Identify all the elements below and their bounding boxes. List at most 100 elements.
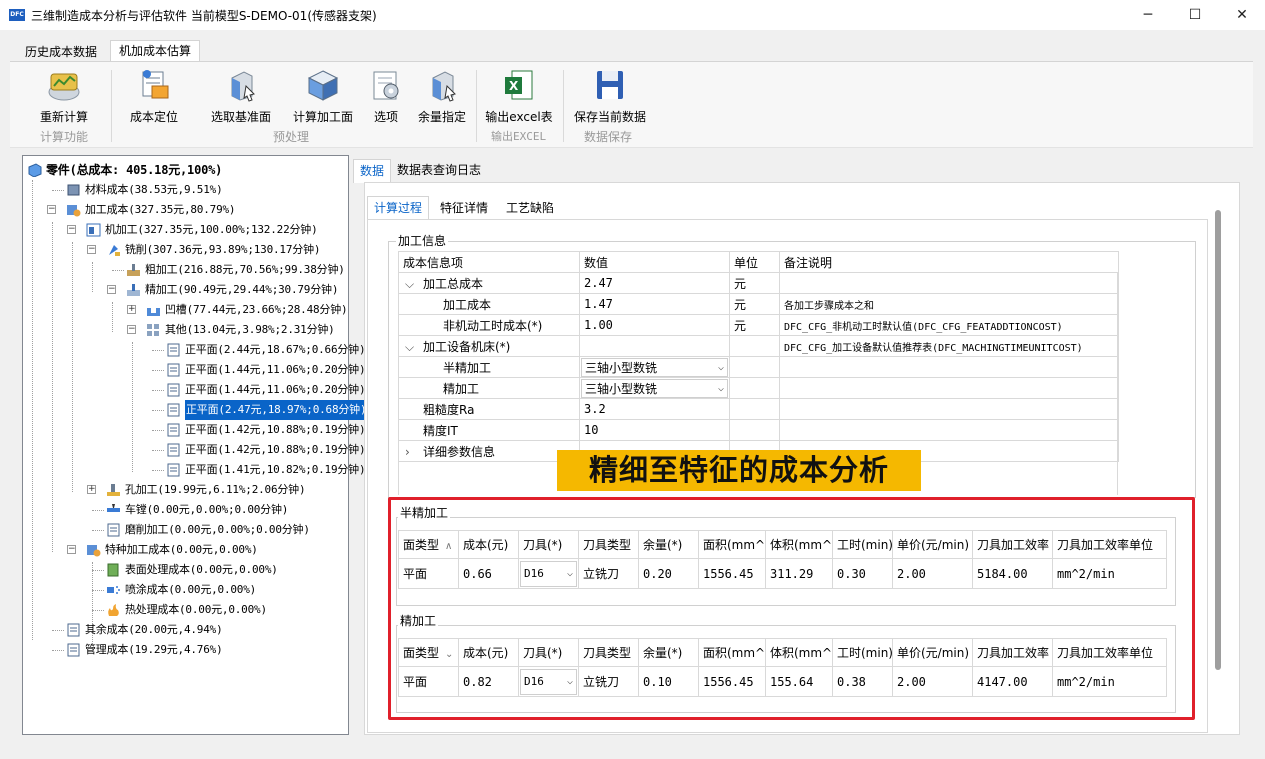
allowance-button[interactable]: 余量指定 [414, 68, 470, 125]
tree-expand-icon[interactable]: + [127, 305, 136, 314]
tree-item-label: 正平面(1.42元,10.88%;0.19分钟) [185, 443, 366, 456]
group-label-preprocess: 预处理 [273, 130, 310, 144]
tree-item-label: 凹槽(77.44元,23.66%;28.48分钟) [165, 303, 348, 316]
tree-item[interactable]: 正平面(1.44元,11.06%;0.20分钟) [166, 380, 366, 400]
tree-collapse-icon[interactable]: − [107, 285, 116, 294]
tree-connector [92, 590, 104, 591]
save-icon [593, 68, 627, 102]
tab-data[interactable]: 数据 [353, 159, 392, 183]
tree-collapse-icon[interactable]: − [67, 545, 76, 554]
tree-expand-icon[interactable]: + [87, 485, 96, 494]
tree-connector [92, 530, 104, 531]
document-icon [166, 383, 181, 397]
tree-collapse-icon[interactable]: − [87, 245, 96, 254]
tree-item[interactable]: 铣削(307.36元,93.89%;130.17分钟) [106, 240, 320, 260]
tree-connector [152, 410, 164, 411]
tree-item[interactable]: 正平面(1.42元,10.88%;0.19分钟) [166, 440, 366, 460]
tree-connector [112, 270, 124, 271]
tree-item[interactable]: 其余成本(20.00元,4.94%) [66, 620, 223, 640]
tab-query-log[interactable]: 数据表查询日志 [391, 159, 487, 183]
feature-cost-banner: 精细至特征的成本分析 [557, 450, 921, 491]
tree-item[interactable]: 正平面(1.42元,10.88%;0.19分钟) [166, 420, 366, 440]
cube-icon [306, 68, 340, 102]
document-icon [166, 423, 181, 437]
tree-item[interactable]: 机加工(327.35元,100.00%;132.22分钟) [86, 220, 318, 240]
tree-item[interactable]: 材料成本(38.53元,9.51%) [66, 180, 223, 200]
tree-item[interactable]: 正平面(1.44元,11.06%;0.20分钟) [166, 360, 366, 380]
tab-machining-estimate[interactable]: 机加成本估算 [110, 40, 201, 62]
tree-connector [72, 242, 73, 492]
process-cost-icon [66, 203, 81, 217]
tree-item[interactable]: 管理成本(19.29元,4.76%) [66, 640, 223, 660]
tree-item[interactable]: 磨削加工(0.00元,0.00%;0.00分钟) [106, 520, 310, 540]
cost-locate-button[interactable]: 成本定位 [126, 68, 182, 125]
tab-feature-details[interactable]: 特征详情 [434, 197, 494, 221]
table-header-row: 成本信息项 数值 单位 备注说明 [398, 251, 1119, 273]
minimize-button[interactable]: ─ [1125, 0, 1171, 30]
select-datum-label: 选取基准面 [210, 110, 271, 124]
cost-locate-label: 成本定位 [129, 110, 178, 124]
tree-item[interactable]: 粗加工(216.88元,70.56%;99.38分钟) [126, 260, 345, 280]
export-excel-label: 输出excel表 [485, 110, 553, 124]
calc-machining-face-button[interactable]: 计算加工面 [286, 68, 360, 125]
document-icon [66, 643, 81, 657]
tree-item[interactable]: 其他(13.04元,3.98%;2.31分钟) [146, 320, 335, 340]
tree-item-label: 喷涂成本(0.00元,0.00%) [125, 583, 257, 596]
recalculate-button[interactable]: 重新计算 [36, 68, 92, 125]
maximize-button[interactable]: ☐ [1172, 0, 1218, 30]
close-button[interactable]: ✕ [1219, 0, 1265, 30]
tree-item[interactable]: 热处理成本(0.00元,0.00%) [106, 600, 267, 620]
tree-item-label: 正平面(2.44元,18.67%;0.66分钟) [185, 343, 366, 356]
tab-history-cost[interactable]: 历史成本数据 [16, 41, 106, 62]
tree-connector [52, 650, 64, 651]
tree-item[interactable]: 加工成本(327.35元,80.79%) [66, 200, 236, 220]
tree-item-label: 车镗(0.00元,0.00%;0.00分钟) [125, 503, 289, 516]
tree-item[interactable]: 凹槽(77.44元,23.66%;28.48分钟) [146, 300, 348, 320]
tree-item[interactable]: 喷涂成本(0.00元,0.00%) [106, 580, 256, 600]
tree-connector [92, 510, 104, 511]
cost-tree[interactable]: 零件(总成本: 405.18元,100%) 材料成本(38.53元,9.51%) −… [22, 155, 368, 735]
tree-connector [52, 630, 64, 631]
ribbon-separator [563, 70, 564, 142]
select-datum-icon [224, 68, 258, 102]
tree-item[interactable]: 表面处理成本(0.00元,0.00%) [106, 560, 278, 580]
calc-machining-face-label: 计算加工面 [292, 110, 353, 124]
title-bar: DFC 三维制造成本分析与评估软件 当前模型S-DEMO-01(传感器支架) ─… [0, 0, 1265, 30]
tree-connector [32, 180, 33, 640]
tree-item[interactable]: 正平面(1.41元,10.82%;0.19分钟) [166, 460, 366, 480]
tree-item-label: 表面处理成本(0.00元,0.00%) [125, 563, 278, 576]
tree-connector [152, 450, 164, 451]
group-label-save: 数据保存 [584, 130, 633, 144]
tree-item[interactable]: 精加工(90.49元,29.44%;30.79分钟) [126, 280, 338, 300]
save-data-button[interactable]: 保存当前数据 [570, 68, 650, 125]
document-icon [166, 363, 181, 377]
window-title: 三维制造成本分析与评估软件 当前模型S-DEMO-01(传感器支架) [31, 8, 377, 23]
save-data-label: 保存当前数据 [573, 110, 646, 124]
column-header: 备注说明 [779, 251, 1119, 273]
tree-item[interactable]: 特种加工成本(0.00元,0.00%) [86, 540, 258, 560]
tree-item-label: 正平面(1.41元,10.82%;0.19分钟) [185, 463, 366, 476]
options-button[interactable]: 选项 [366, 68, 406, 125]
tree-collapse-icon[interactable]: − [47, 205, 56, 214]
part-cube-icon [27, 163, 42, 178]
tab-calc-process[interactable]: 计算过程 [367, 196, 430, 220]
tree-connector [112, 302, 113, 332]
surface-treatment-icon [106, 563, 121, 577]
tree-item-label: 铣削(307.36元,93.89%;130.17分钟) [125, 243, 321, 256]
tree-item-label: 正平面(1.44元,11.06%;0.20分钟) [185, 383, 366, 396]
tree-collapse-icon[interactable]: − [127, 325, 136, 334]
tree-item[interactable]: 车镗(0.00元,0.00%;0.00分钟) [106, 500, 288, 520]
excel-icon: X [502, 68, 536, 102]
drill-icon [106, 483, 121, 497]
select-datum-button[interactable]: 选取基准面 [204, 68, 278, 125]
tab-process-defects[interactable]: 工艺缺陷 [500, 197, 560, 221]
tree-connector [152, 350, 164, 351]
vertical-scrollbar[interactable] [1215, 210, 1221, 670]
tree-item[interactable]: 孔加工(19.99元,6.11%;2.06分钟) [106, 480, 306, 500]
tree-item[interactable]: 正平面(2.44元,18.67%;0.66分钟) [166, 340, 366, 360]
export-excel-button[interactable]: X 输出excel表 [484, 68, 554, 125]
machining-icon [86, 223, 101, 237]
tree-root[interactable]: 零件(总成本: 405.18元,100%) [27, 160, 222, 180]
tree-collapse-icon[interactable]: − [67, 225, 76, 234]
tree-item[interactable]: 正平面(2.47元,18.97%;0.68分钟) [166, 400, 368, 420]
